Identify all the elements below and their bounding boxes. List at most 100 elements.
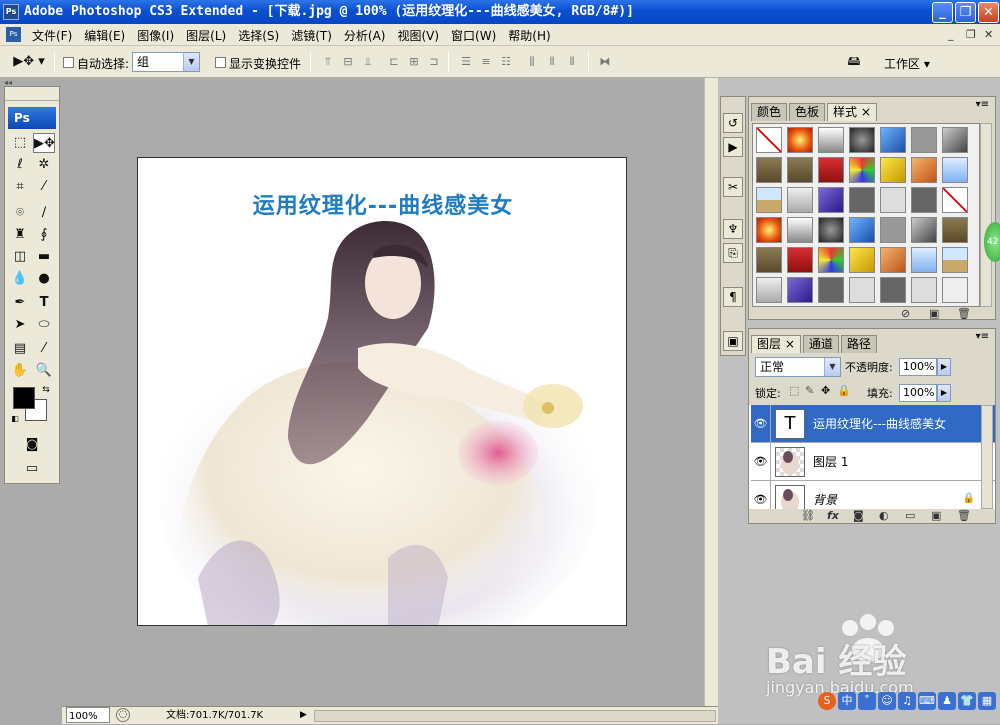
distribute-vcenter-icon[interactable]: ≡ (478, 56, 494, 68)
blur-tool-icon[interactable]: 💧 (9, 269, 31, 289)
zoom-level-field[interactable]: 100% (66, 707, 110, 723)
style-swatch[interactable] (787, 217, 813, 243)
style-swatch[interactable] (787, 247, 813, 273)
style-swatch[interactable] (756, 247, 782, 273)
ellipse-tool-icon[interactable]: ⬭ (33, 315, 55, 335)
tab-paths[interactable]: 路径 (840, 335, 877, 353)
distribute-hcenter-icon[interactable]: ⦀ (544, 56, 560, 68)
style-swatch[interactable] (849, 277, 875, 303)
default-colors-icon[interactable]: ◧ (9, 413, 21, 425)
layer-row-layer1[interactable]: 👁 图层 1 (751, 443, 995, 481)
marquee-tool-icon[interactable]: ⬚ (9, 133, 31, 153)
style-swatch[interactable] (849, 247, 875, 273)
style-swatch[interactable] (787, 127, 813, 153)
style-swatch[interactable] (756, 277, 782, 303)
dodge-tool-icon[interactable]: ● (33, 269, 55, 289)
delete-style-icon[interactable]: 🗑 (957, 307, 971, 320)
shirt-icon[interactable]: 👕 (958, 692, 976, 710)
voice-icon[interactable]: ♫ (898, 692, 916, 710)
menu-view[interactable]: 视图(V) (391, 27, 445, 44)
new-group-icon[interactable]: ▭ (905, 509, 915, 522)
align-left-icon[interactable]: ⊏ (386, 56, 402, 68)
style-swatch[interactable] (849, 127, 875, 153)
eye-icon[interactable]: 👁 (751, 405, 771, 443)
keyboard-icon[interactable]: ⌨ (918, 692, 936, 710)
auto-select-dropdown[interactable]: 组 ▼ (132, 52, 200, 72)
photoshop-app-icon[interactable]: Ps (3, 4, 19, 20)
delete-layer-icon[interactable]: 🗑 (957, 509, 971, 522)
menu-file[interactable]: 文件(F) (26, 27, 78, 44)
clone-source-panel-icon[interactable]: ⎘ (723, 243, 743, 263)
menu-image[interactable]: 图像(I) (131, 27, 180, 44)
status-menu-icon[interactable]: ◌ (116, 708, 130, 722)
style-swatch[interactable] (756, 157, 782, 183)
style-swatch[interactable] (756, 127, 782, 153)
layer-row-text[interactable]: 👁 T 运用纹理化---曲线感美女 (751, 405, 995, 443)
style-swatch[interactable] (880, 277, 906, 303)
style-swatch[interactable] (880, 217, 906, 243)
menu-window[interactable]: 窗口(W) (445, 27, 502, 44)
move-tool-preset-icon[interactable]: ▶✥ ▾ (10, 52, 48, 72)
move-tool-icon[interactable]: ▶✥ (33, 133, 55, 153)
adjustment-layer-icon[interactable]: ◐ (879, 509, 889, 522)
panel-menu-icon[interactable]: ▾≡ (976, 99, 989, 110)
style-swatch[interactable] (911, 277, 937, 303)
clear-style-icon[interactable]: ⊘ (901, 307, 910, 320)
style-swatch[interactable] (911, 217, 937, 243)
emoji-icon[interactable]: ☺ (878, 692, 896, 710)
opacity-input[interactable]: 100% (899, 358, 937, 376)
chinese-mode-icon[interactable]: 中 (838, 692, 856, 710)
style-swatch[interactable] (818, 277, 844, 303)
layer-style-fx-icon[interactable]: fx (827, 509, 839, 522)
doc-restore-button[interactable]: ❐ (966, 28, 976, 41)
notes-tool-icon[interactable]: ▤ (9, 339, 31, 359)
opacity-slider-arrow-icon[interactable]: ▶ (937, 358, 951, 376)
paragraph-panel-icon[interactable]: ¶ (723, 287, 743, 307)
menu-filter[interactable]: 滤镜(T) (285, 27, 338, 44)
quick-mask-icon[interactable]: ◙ (21, 435, 43, 455)
lock-transparent-icon[interactable]: ⬚ (789, 384, 799, 397)
styles-scrollbar[interactable] (980, 123, 992, 307)
style-swatch[interactable] (880, 247, 906, 273)
zoom-tool-icon[interactable]: 🔍 (33, 361, 55, 381)
style-swatch[interactable] (942, 157, 968, 183)
skin-icon[interactable]: ♟ (938, 692, 956, 710)
style-swatch[interactable] (818, 217, 844, 243)
new-layer-icon[interactable]: ▣ (931, 509, 941, 522)
align-vcenter-icon[interactable]: ⊟ (340, 56, 356, 68)
style-swatch[interactable] (849, 217, 875, 243)
style-swatch[interactable] (787, 157, 813, 183)
style-swatch[interactable] (911, 187, 937, 213)
tab-color[interactable]: 颜色 (751, 103, 788, 121)
sogou-ime-icon[interactable]: S (818, 692, 836, 710)
auto-align-layers-icon[interactable]: ⧓ (597, 56, 613, 68)
vertical-scrollbar[interactable] (704, 78, 718, 706)
tab-swatches[interactable]: 色板 (789, 103, 826, 121)
document-canvas[interactable]: 运用纹理化---曲线感美女 (137, 157, 627, 626)
menu-analysis[interactable]: 分析(A) (338, 27, 392, 44)
layer-comps-panel-icon[interactable]: ▣ (723, 331, 743, 351)
status-arrow-icon[interactable]: ▶ (300, 707, 307, 724)
style-swatch[interactable] (818, 127, 844, 153)
distribute-right-icon[interactable]: ⫴ (564, 56, 580, 68)
show-transform-checkbox[interactable] (215, 57, 226, 68)
crop-tool-icon[interactable]: ⌗ (9, 177, 31, 197)
style-swatch[interactable] (756, 217, 782, 243)
style-swatch[interactable] (942, 247, 968, 273)
healing-brush-tool-icon[interactable]: ⌾ (9, 203, 31, 223)
history-brush-tool-icon[interactable]: ∮ (33, 225, 55, 245)
blend-mode-dropdown[interactable]: 正常 ▼ (755, 357, 841, 377)
punctuation-icon[interactable]: ˚ (858, 692, 876, 710)
foreground-color-swatch[interactable] (13, 387, 35, 409)
doc-minimize-button[interactable]: _ (948, 28, 954, 41)
style-swatch[interactable] (880, 187, 906, 213)
magic-wand-tool-icon[interactable]: ✲ (33, 155, 55, 175)
actions-panel-icon[interactable]: ▶ (723, 137, 743, 157)
style-swatch[interactable] (911, 127, 937, 153)
style-swatch[interactable] (942, 217, 968, 243)
lock-position-icon[interactable]: ✥ (821, 384, 830, 397)
style-swatch[interactable] (849, 157, 875, 183)
style-swatch[interactable] (756, 187, 782, 213)
gradient-tool-icon[interactable]: ▬ (33, 247, 55, 267)
menu-help[interactable]: 帮助(H) (502, 27, 556, 44)
